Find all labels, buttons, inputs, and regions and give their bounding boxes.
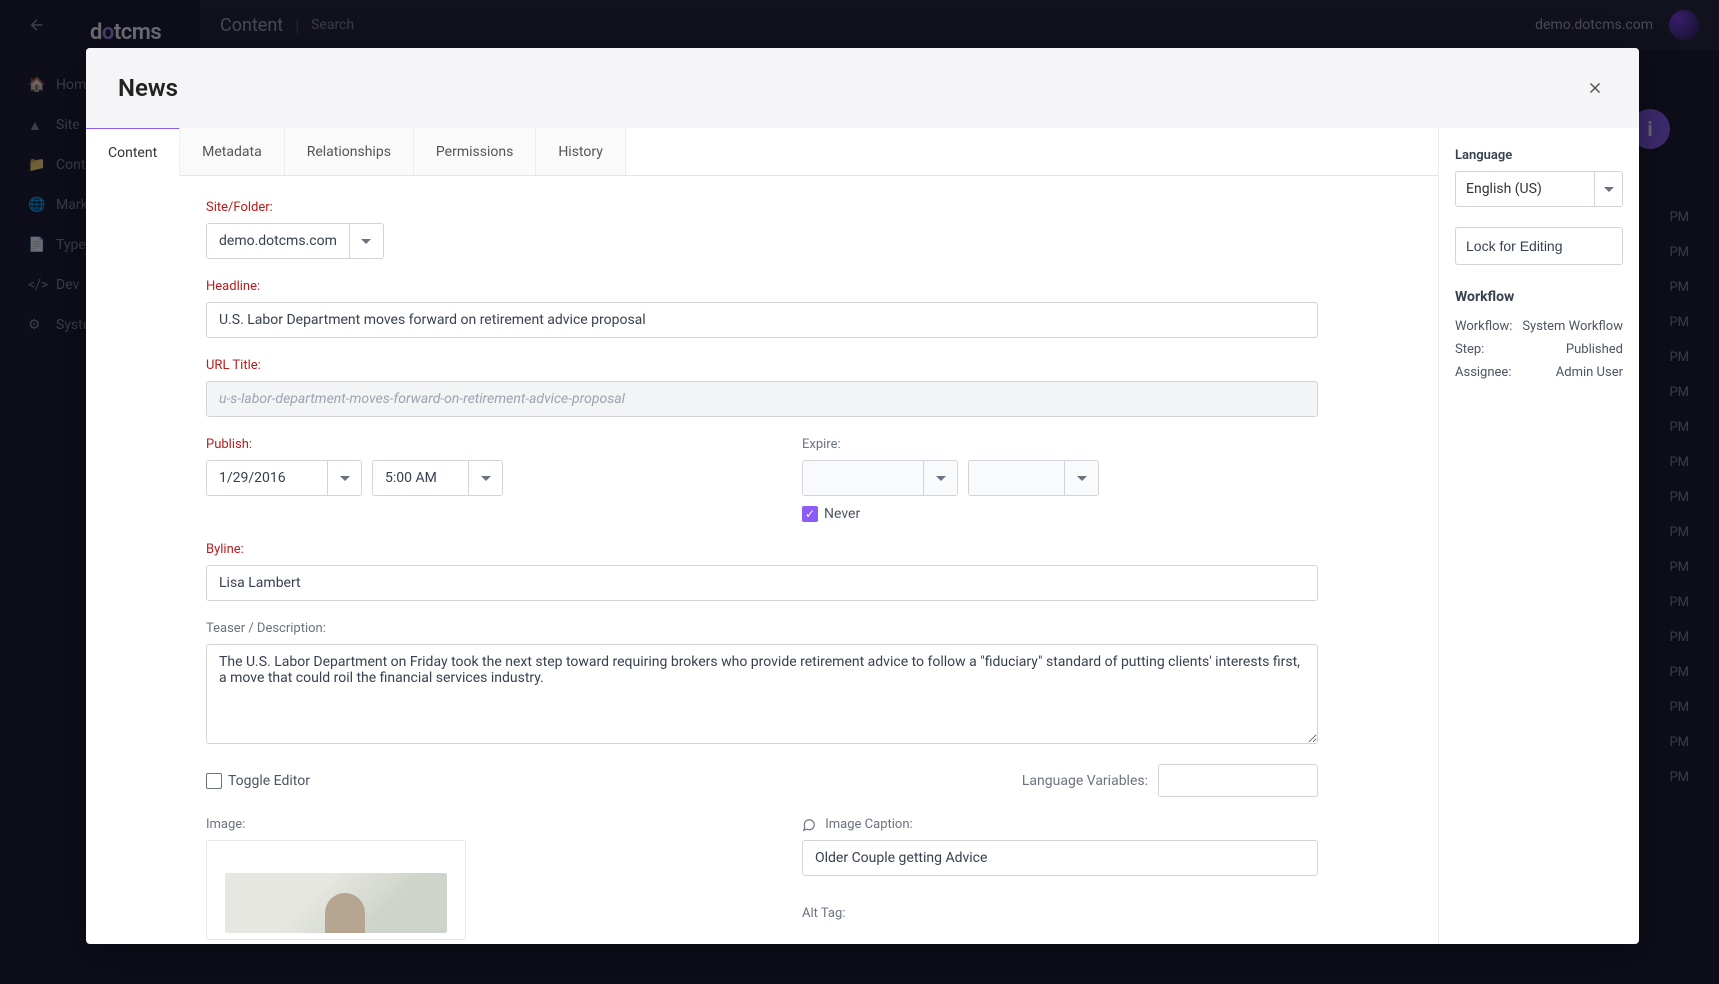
image-thumbnail[interactable]	[206, 840, 466, 940]
headline-input[interactable]	[206, 302, 1318, 338]
headline-label: Headline:	[206, 279, 1318, 294]
workflow-title: Workflow	[1455, 289, 1623, 305]
language-value: English (US)	[1456, 172, 1594, 206]
site-folder-label: Site/Folder:	[206, 200, 1318, 215]
expire-date-select[interactable]	[802, 460, 958, 496]
toggle-editor-label: Toggle Editor	[228, 773, 310, 789]
tabs: Content Metadata Relationships Permissio…	[86, 128, 1438, 176]
publish-label: Publish:	[206, 437, 722, 452]
byline-label: Byline:	[206, 542, 1318, 557]
workflow-row: Assignee:Admin User	[1455, 361, 1623, 384]
alt-tag-label: Alt Tag:	[802, 906, 1318, 921]
chevron-down-icon	[1064, 461, 1098, 495]
site-folder-value: demo.dotcms.com	[207, 224, 349, 258]
publish-time-select[interactable]: 5:00 AM	[372, 460, 503, 496]
expire-date-value	[803, 461, 923, 495]
teaser-label: Teaser / Description:	[206, 621, 1318, 636]
tab-history[interactable]: History	[536, 128, 626, 175]
urltitle-label: URL Title:	[206, 358, 1318, 373]
workflow-row: Workflow:System Workflow	[1455, 315, 1623, 338]
tab-permissions[interactable]: Permissions	[414, 128, 536, 175]
publish-date-select[interactable]: 1/29/2016	[206, 460, 362, 496]
chat-icon	[802, 818, 816, 832]
publish-date-value: 1/29/2016	[207, 461, 327, 495]
lock-editing-button[interactable]: Lock for Editing	[1455, 227, 1623, 265]
image-caption-label: Image Caption:	[802, 817, 1318, 832]
lang-var-label: Language Variables:	[1022, 773, 1148, 789]
workflow-row: Step:Published	[1455, 338, 1623, 361]
chevron-down-icon	[1594, 172, 1622, 206]
expire-never-label: Never	[824, 506, 860, 522]
image-caption-input[interactable]	[802, 840, 1318, 876]
lang-var-input[interactable]	[1158, 764, 1318, 797]
tab-metadata[interactable]: Metadata	[180, 128, 285, 175]
modal-title: News	[118, 74, 178, 102]
expire-time-value	[969, 461, 1064, 495]
close-button[interactable]	[1583, 76, 1607, 100]
language-label: Language	[1455, 148, 1623, 163]
image-label: Image:	[206, 817, 722, 832]
site-folder-select[interactable]: demo.dotcms.com	[206, 223, 384, 259]
language-select[interactable]: English (US)	[1455, 171, 1623, 207]
teaser-textarea[interactable]	[206, 644, 1318, 744]
close-icon	[1586, 79, 1604, 97]
chevron-down-icon	[923, 461, 957, 495]
expire-never-checkbox[interactable]: ✓	[802, 506, 818, 522]
chevron-down-icon	[327, 461, 361, 495]
tab-relationships[interactable]: Relationships	[285, 128, 414, 175]
expire-time-select[interactable]	[968, 460, 1099, 496]
urltitle-input[interactable]	[206, 381, 1318, 417]
modal-main: Content Metadata Relationships Permissio…	[86, 128, 1439, 944]
chevron-down-icon	[349, 224, 383, 258]
toggle-editor-checkbox[interactable]	[206, 773, 222, 789]
expire-label: Expire:	[802, 437, 1318, 452]
byline-input[interactable]	[206, 565, 1318, 601]
modal-header: News	[86, 48, 1639, 128]
content-edit-modal: News Content Metadata Relationships Perm…	[86, 48, 1639, 944]
tab-content[interactable]: Content	[86, 128, 180, 176]
modal-sidebar: Language English (US) Lock for Editing W…	[1439, 128, 1639, 944]
publish-time-value: 5:00 AM	[373, 461, 468, 495]
chevron-down-icon	[468, 461, 502, 495]
